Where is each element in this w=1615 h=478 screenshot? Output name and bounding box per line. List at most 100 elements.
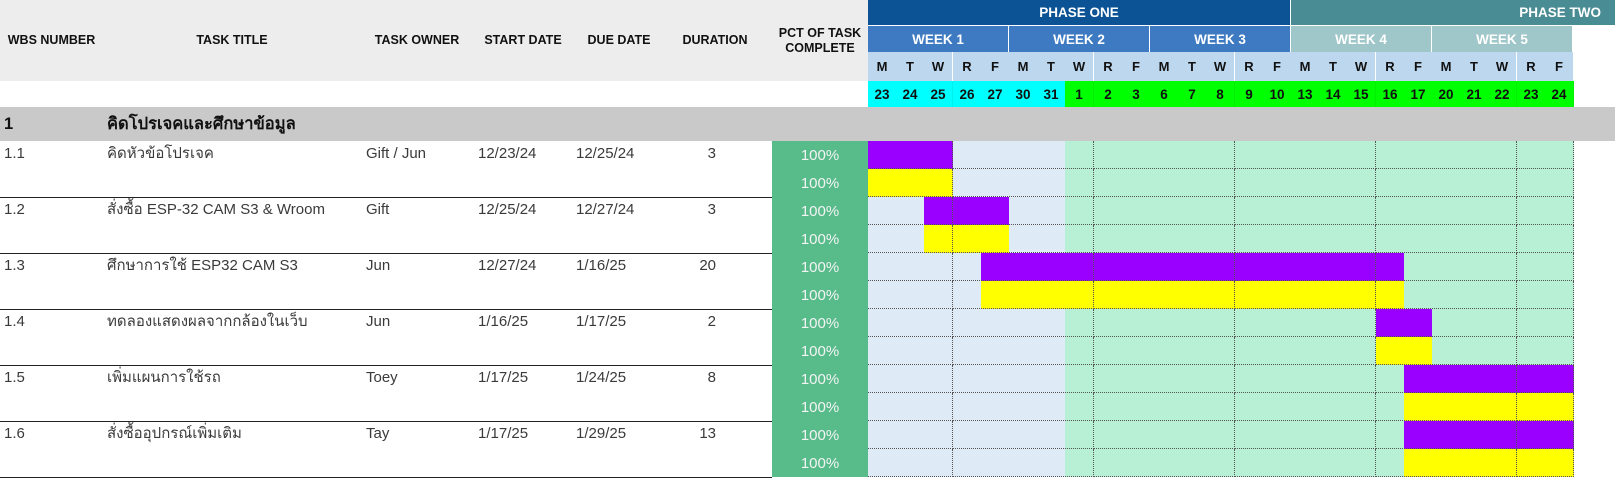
gantt-cell [868,281,897,309]
gantt-cell [1545,169,1574,197]
task-owner: Toey [366,369,398,386]
gantt-cell [1122,141,1151,169]
task-row[interactable]: 1.2 สั่งซื้อ ESP-32 CAM S3 & Wroom Gift 12/… [0,197,1615,254]
gantt-cell [1122,169,1151,197]
gantt-cell [1291,225,1320,253]
gantt-cell [924,421,953,449]
week-header-2: WEEK 2 [1009,26,1150,52]
gantt-cell [1037,337,1066,365]
gantt-cell [1291,421,1320,449]
gantt-actual-bar-cell [1235,281,1264,309]
task-duration: 2 [707,313,716,330]
gantt-cell [1150,197,1179,225]
gantt-cell [1206,169,1235,197]
gantt-cell [1065,169,1094,197]
header-start-date: START DATE [484,33,562,47]
gantt-cell [1009,337,1038,365]
gantt-cell [1009,169,1038,197]
task-title: สั่งซื้ออุปกรณ์เพิ่มเติม [107,425,242,442]
gantt-cell [1235,309,1264,337]
day-number: 26 [953,81,982,107]
task-duration: 3 [707,201,716,218]
day-of-week: M [1150,52,1179,81]
task-duration: 13 [699,425,716,442]
task-start-date: 1/17/25 [478,369,529,386]
gantt-plan-bar-cell [981,253,1010,281]
task-wbs-number: 1.4 [4,313,25,330]
task-duration: 20 [699,257,716,274]
day-of-week: W [924,52,953,81]
gantt-plan-bar-cell [896,141,925,169]
gantt-cell [1460,309,1489,337]
gantt-cell [1178,141,1207,169]
gantt-cell [896,365,925,393]
gantt-cell [1009,365,1038,393]
gantt-cell [1150,365,1179,393]
task-owner: Tay [366,425,390,442]
gantt-cell [1235,449,1264,477]
gantt-cell [1263,393,1292,421]
gantt-cell [1009,225,1038,253]
gantt-cell [1488,169,1517,197]
gantt-cell [1094,449,1123,477]
gantt-cell [1263,309,1292,337]
gantt-cell [1235,169,1264,197]
gantt-cell [1545,225,1574,253]
gantt-actual-bar-cell [1432,393,1461,421]
gantt-cell [1065,449,1094,477]
gantt-cell [981,365,1010,393]
week-header-1: WEEK 1 [868,26,1009,52]
gantt-cell [1037,225,1066,253]
pct-complete-plan: 100% [772,141,868,169]
gantt-cell [1094,309,1123,337]
gantt-cell [1291,393,1320,421]
gantt-cell [953,393,982,421]
gantt-cell [1319,337,1348,365]
pct-complete-actual: 100% [772,281,868,309]
gantt-cell [981,337,1010,365]
task-duration: 8 [707,369,716,386]
gantt-cell [868,393,897,421]
gantt-cell [1460,337,1489,365]
gantt-cell [1319,225,1348,253]
gantt-cell [1263,449,1292,477]
task-row[interactable]: 1.4 ทดลองแสดงผลจากกล้องในเว็บ Jun 1/16/25 1/… [0,309,1615,366]
task-row[interactable]: 1.1 คิดหัวข้อโปรเจค Gift / Jun 12/23/24 12/2… [0,141,1615,198]
gantt-actual-bar-cell [1347,281,1376,309]
gantt-cell [1122,421,1151,449]
gantt-plan-bar-cell [1404,421,1433,449]
phase-header-1: PHASE ONE [868,0,1290,25]
gantt-cell [1037,393,1066,421]
gantt-cell [1009,141,1038,169]
task-row[interactable]: 1.5 เพิ่มแผนการใช้รถ Toey 1/17/25 1/24/25 8 10… [0,365,1615,422]
gantt-cell [1122,365,1151,393]
gantt-cell [1347,421,1376,449]
gantt-cell [1488,253,1517,281]
gantt-plan-bar-cell [1517,365,1546,393]
day-number: 31 [1037,81,1066,107]
gantt-cell [1178,225,1207,253]
week-header-5: WEEK 5 [1432,26,1573,52]
gantt-cell [1517,281,1546,309]
gantt-actual-bar-cell [1545,393,1574,421]
header-wbs-number: WBS NUMBER [7,33,96,47]
gantt-cell [1432,253,1461,281]
gantt-cell [1263,141,1292,169]
gantt-cell [1150,393,1179,421]
task-start-date: 12/27/24 [478,257,537,274]
gantt-cell [953,365,982,393]
gantt-cell [1432,197,1461,225]
day-of-week: M [1432,52,1461,81]
header-duration: DURATION [682,33,748,47]
task-start-date: 1/16/25 [478,313,529,330]
day-number: 13 [1291,81,1320,107]
gantt-actual-bar-cell [1094,281,1123,309]
task-row[interactable]: 1.6 สั่งซื้ออุปกรณ์เพิ่มเติม Tay 1/17/25 1/2… [0,421,1615,478]
day-of-week: T [1178,52,1207,81]
section-row: 1 คิดโปรเจคและศึกษาข้อมูล [0,107,1615,141]
task-row[interactable]: 1.3 ศึกษาการใช้ ESP32 CAM S3 Jun 12/27/24 1/… [0,253,1615,310]
header-due-date: DUE DATE [587,33,651,47]
gantt-cell [1065,197,1094,225]
gantt-cell [1347,225,1376,253]
gantt-cell [1545,309,1574,337]
